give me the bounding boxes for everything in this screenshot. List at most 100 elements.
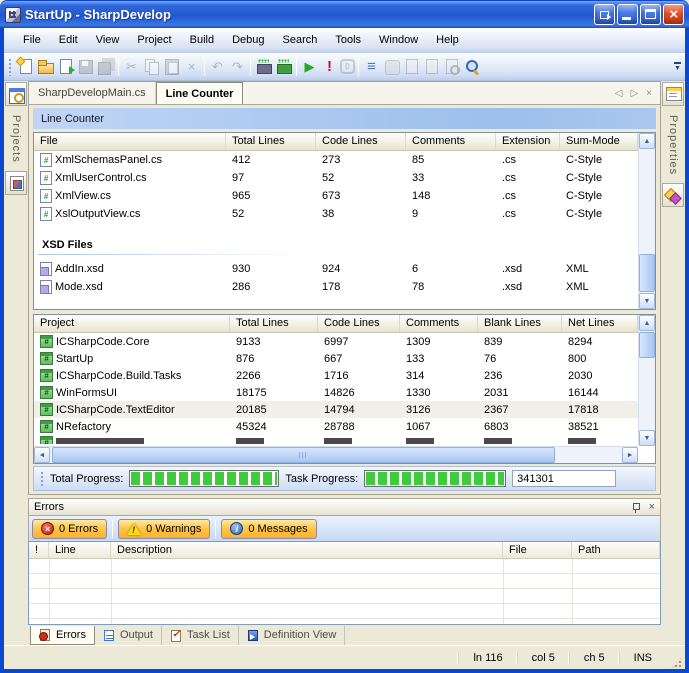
file-row[interactable]: XmlSchemasPanel.cs 412 273 85 .cs C-Styl… — [34, 151, 638, 169]
resize-grip[interactable] — [670, 656, 683, 669]
menu-item-search[interactable]: Search — [274, 31, 327, 49]
properties-pad-icon[interactable] — [662, 82, 684, 106]
column-path[interactable]: Path — [572, 542, 660, 558]
copy-icon[interactable] — [142, 57, 161, 76]
project-row[interactable]: ICSharpCode.Build.Tasks 2266 1716 314 23… — [34, 367, 638, 384]
tab-task-list[interactable]: Task List — [162, 626, 239, 645]
find-in-files-icon[interactable] — [442, 57, 461, 76]
warnings-filter-button[interactable]: 0 Warnings — [118, 519, 210, 539]
tab-sharpdevelopmain[interactable]: SharpDevelopMain.cs — [29, 82, 156, 104]
menu-item-debug[interactable]: Debug — [223, 31, 273, 49]
scroll-thumb[interactable] — [639, 254, 655, 292]
tab-definition-view[interactable]: Definition View — [239, 626, 346, 645]
classes-pad-icon[interactable] — [5, 171, 27, 195]
properties-pad-label[interactable]: Properties — [667, 107, 679, 183]
scroll-track[interactable] — [50, 447, 622, 463]
menu-item-window[interactable]: Window — [370, 31, 427, 49]
save-all-icon[interactable] — [96, 57, 115, 76]
save-icon[interactable] — [76, 57, 95, 76]
scroll-down-icon[interactable] — [639, 293, 655, 309]
float-window-button[interactable] — [594, 4, 615, 25]
project-row[interactable]: StartUp 876 667 133 76 800 — [34, 350, 638, 367]
scroll-track[interactable] — [639, 331, 655, 430]
column-line[interactable]: Line — [49, 542, 111, 558]
column-sum-mode[interactable]: Sum-Mode — [560, 133, 638, 150]
region-icon[interactable] — [382, 57, 401, 76]
scroll-thumb[interactable] — [639, 332, 655, 358]
file-row[interactable]: Mode.xsd 286 178 78 .xsd XML — [34, 278, 638, 296]
minimize-button[interactable] — [617, 4, 638, 25]
scroll-down-icon[interactable] — [639, 430, 655, 446]
tab-line-counter[interactable]: Line Counter — [156, 82, 244, 104]
search-icon[interactable] — [462, 57, 481, 76]
menu-item-tools[interactable]: Tools — [326, 31, 370, 49]
files-vertical-scrollbar[interactable] — [638, 133, 655, 309]
tab-next-icon[interactable]: ▷ — [630, 88, 638, 99]
line-list-icon[interactable]: ≡ — [362, 57, 381, 76]
menu-item-build[interactable]: Build — [181, 31, 223, 49]
tab-prev-icon[interactable]: ◁ — [615, 88, 623, 99]
project-row-clipped[interactable] — [34, 435, 638, 444]
file-row[interactable]: XslOutputView.cs 52 38 9 .cs C-Style — [34, 205, 638, 223]
column-file[interactable]: File — [503, 542, 572, 558]
file-row[interactable]: AddIn.xsd 930 924 6 .xsd XML — [34, 260, 638, 278]
profiler-zero-icon[interactable]: 0 — [340, 59, 355, 74]
column-comments[interactable]: Comments — [400, 315, 478, 332]
new-file-icon[interactable] — [16, 57, 35, 76]
menu-item-edit[interactable]: Edit — [50, 31, 87, 49]
column-total-lines[interactable]: Total Lines — [226, 133, 316, 150]
project-row[interactable]: NRefactory 45324 28788 1067 6803 38521 — [34, 418, 638, 435]
projects-pad-icon[interactable] — [5, 82, 27, 106]
doc-back-icon[interactable] — [402, 57, 421, 76]
toolbar-grip[interactable] — [8, 58, 12, 76]
redo-icon[interactable]: ↷ — [228, 57, 247, 76]
maximize-button[interactable] — [640, 4, 661, 25]
column-file[interactable]: File — [34, 133, 226, 150]
undo-icon[interactable]: ↶ — [208, 57, 227, 76]
scroll-right-icon[interactable] — [622, 447, 638, 463]
toolbox-pad-icon[interactable] — [662, 183, 684, 207]
file-row[interactable]: XmlView.cs 965 673 148 .cs C-Style — [34, 187, 638, 205]
menu-item-view[interactable]: View — [87, 31, 129, 49]
build-icon[interactable] — [254, 57, 273, 76]
column-net-lines[interactable]: Net Lines — [562, 315, 638, 332]
stop-icon[interactable]: ! — [320, 57, 339, 76]
progress-toolbar-grip[interactable] — [40, 471, 44, 487]
new-from-template-icon[interactable] — [56, 57, 75, 76]
panel-close-icon[interactable]: × — [649, 502, 655, 512]
auto-hide-pin-icon[interactable] — [631, 502, 641, 513]
column-project[interactable]: Project — [34, 315, 230, 332]
scroll-left-icon[interactable] — [34, 447, 50, 463]
scroll-track[interactable] — [639, 149, 655, 293]
scroll-thumb[interactable] — [52, 447, 555, 463]
column-code-lines[interactable]: Code Lines — [318, 315, 400, 332]
menu-item-help[interactable]: Help — [427, 31, 468, 49]
projects-horizontal-scrollbar[interactable] — [34, 446, 638, 463]
menu-item-file[interactable]: File — [14, 31, 50, 49]
messages-filter-button[interactable]: 0 Messages — [221, 519, 316, 539]
column-comments[interactable]: Comments — [406, 133, 496, 150]
tab-close-icon[interactable]: × — [646, 88, 652, 99]
scroll-up-icon[interactable] — [639, 133, 655, 149]
column-code-lines[interactable]: Code Lines — [316, 133, 406, 150]
rebuild-icon[interactable] — [274, 57, 293, 76]
menu-item-project[interactable]: Project — [128, 31, 180, 49]
column-blank-lines[interactable]: Blank Lines — [478, 315, 562, 332]
project-row[interactable]: ICSharpCode.Core 9133 6997 1309 839 8294 — [34, 333, 638, 350]
column-total-lines[interactable]: Total Lines — [230, 315, 318, 332]
scroll-up-icon[interactable] — [639, 315, 655, 331]
tab-errors[interactable]: Errors — [30, 626, 95, 645]
project-row[interactable]: WinFormsUI 18175 14826 1330 2031 16144 — [34, 384, 638, 401]
project-row-highlighted[interactable]: ICSharpCode.TextEditor 20185 14794 3126 … — [34, 401, 638, 418]
close-button[interactable] — [663, 4, 684, 25]
file-row[interactable]: XmlUserControl.cs 97 52 33 .cs C-Style — [34, 169, 638, 187]
column-extension[interactable]: Extension — [496, 133, 560, 150]
projects-vertical-scrollbar[interactable] — [638, 315, 655, 446]
open-folder-icon[interactable] — [36, 57, 55, 76]
projects-pad-label[interactable]: Projects — [10, 107, 22, 171]
paste-icon[interactable] — [162, 57, 181, 76]
errors-grid-body[interactable] — [29, 559, 660, 624]
column-severity[interactable]: ! — [29, 542, 49, 558]
errors-filter-button[interactable]: 0 Errors — [32, 519, 107, 539]
tab-output[interactable]: Output — [95, 626, 162, 645]
